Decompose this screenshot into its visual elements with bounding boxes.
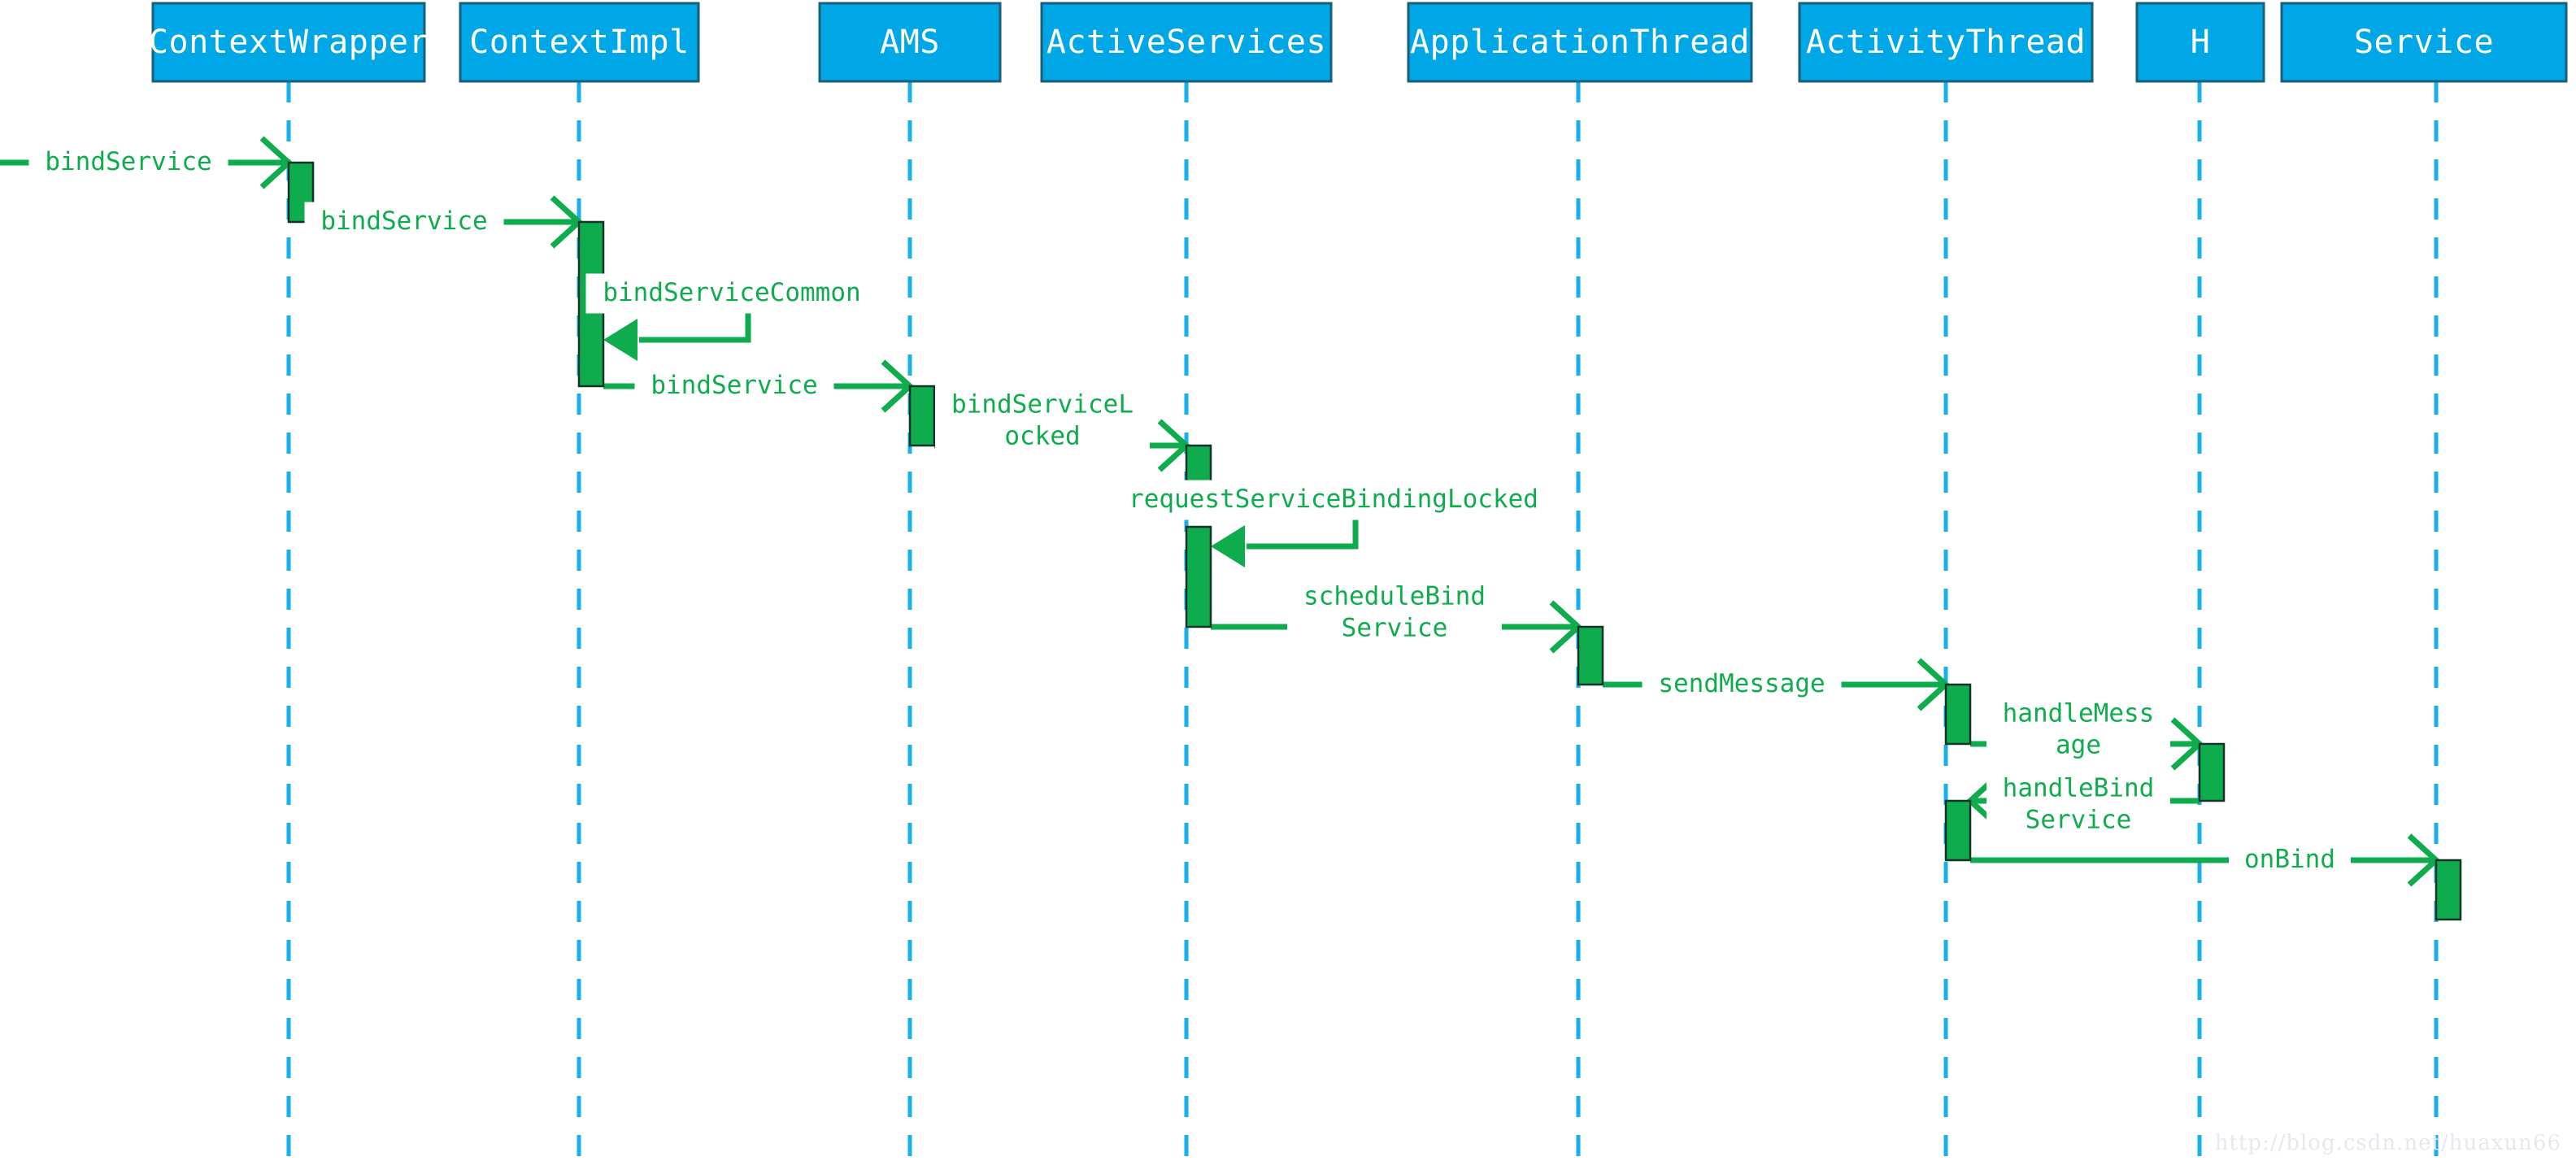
message-label-m4: bindService (651, 371, 817, 400)
participant-label-applicationthread: ApplicationThread (1410, 24, 1750, 61)
participant-h[interactable]: H (2135, 2, 2265, 83)
sequence-diagram-canvas: ContextWrapper ContextImpl AMS ActiveServic… (0, 2, 2568, 1174)
participant-label-service: Service (2354, 24, 2494, 61)
participant-applicationthread[interactable]: ApplicationThread (1407, 2, 1753, 83)
participant-label-h: H (2191, 24, 2211, 61)
participant-service[interactable]: Service (2280, 2, 2568, 83)
activation-bar-a7 (1944, 683, 1972, 746)
activation-bar-a5 (1185, 525, 1212, 628)
sequence-diagram-root: ContextWrapper ContextImpl AMS ActiveServic… (0, 0, 2576, 1174)
message-label-m3: bindServiceCommon (603, 278, 860, 307)
activation-bar-a9 (1944, 799, 1972, 862)
message-labels-layer: bindService bindService bindServiceCommon b… (28, 142, 2351, 880)
participant-label-ams: AMS (880, 24, 940, 61)
participant-label-contextwrapper: ContextWrapper (149, 24, 429, 61)
arrowhead-m6 (1211, 525, 1245, 567)
participant-contextwrapper[interactable]: ContextWrapper (149, 2, 429, 83)
message-label-m6: requestServiceBindingLocked (1129, 485, 1538, 514)
participant-label-contextimpl: ContextImpl (469, 24, 689, 61)
activation-bar-a10 (2435, 859, 2462, 921)
participants-layer: ContextWrapper ContextImpl AMS ActiveServic… (149, 2, 2568, 83)
activation-bar-a3 (908, 385, 936, 447)
participant-activeservices[interactable]: ActiveServices (1040, 2, 1333, 83)
activation-bar-a8 (2198, 742, 2226, 802)
participant-label-activeservices: ActiveServices (1046, 24, 1326, 61)
message-label-m1: bindService (45, 147, 211, 176)
message-label-m2: bindService (320, 207, 487, 236)
arrowhead-m3 (603, 319, 637, 361)
message-label-m8: sendMessage (1658, 669, 1825, 698)
participant-label-activitythread: ActivityThread (1806, 24, 2086, 61)
watermark: http://blog.csdn.net/huaxun66 (2215, 1131, 2561, 1155)
participant-activitythread[interactable]: ActivityThread (1798, 2, 2094, 83)
participant-contextimpl[interactable]: ContextImpl (459, 2, 700, 83)
message-label-m11: onBind (2244, 845, 2335, 874)
activation-bar-a6 (1577, 625, 1604, 686)
participant-ams[interactable]: AMS (818, 2, 1002, 83)
